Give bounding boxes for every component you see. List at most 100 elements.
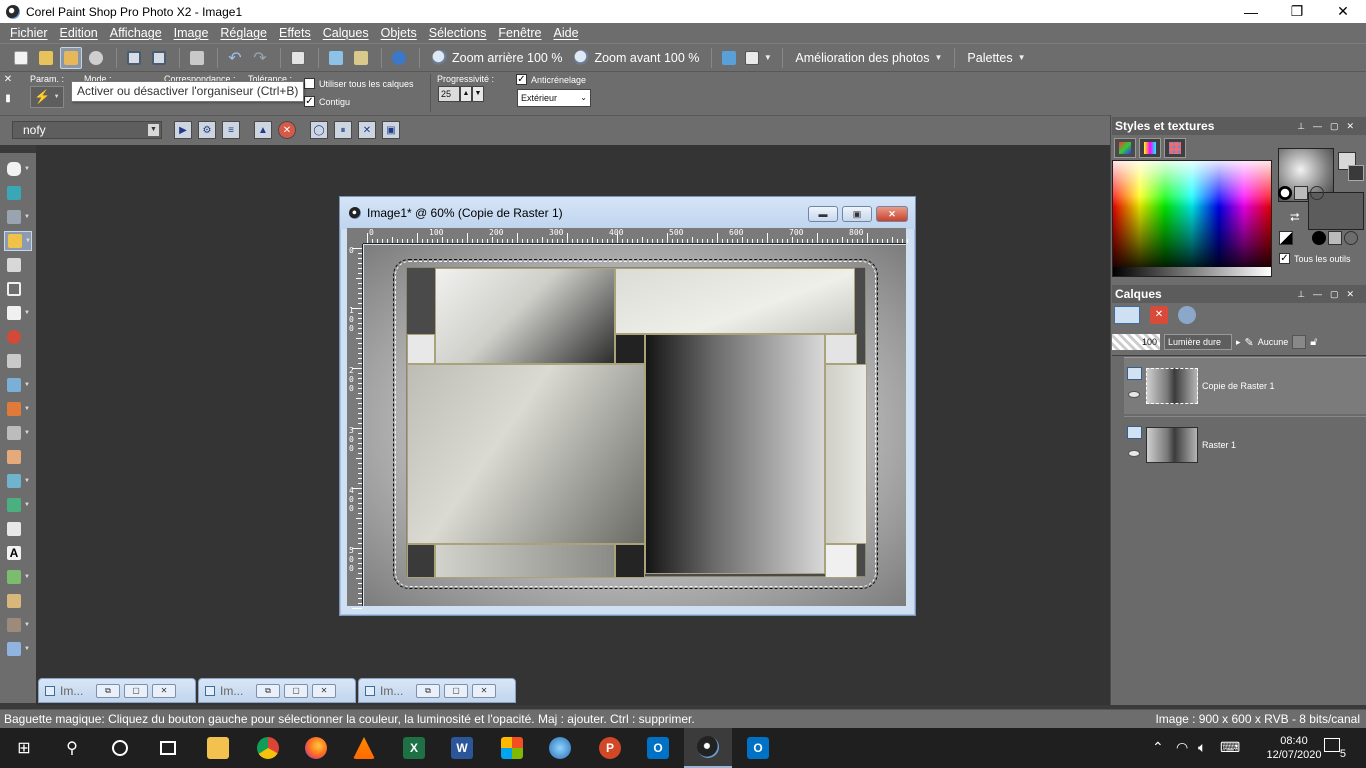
- image-maximize-button[interactable]: ▣: [842, 206, 872, 222]
- menu-fichier[interactable]: Fichier: [4, 23, 54, 43]
- cortana-button[interactable]: [96, 728, 144, 768]
- panel-controls[interactable]: ⊥—▢✕: [1297, 117, 1362, 135]
- stop-script-button[interactable]: ✕: [278, 121, 296, 139]
- taskbar-vlc[interactable]: [340, 728, 388, 768]
- stepper-up-icon[interactable]: ▲: [460, 86, 472, 102]
- magic-wand-tool[interactable]: ▼: [4, 231, 32, 251]
- script-select[interactable]: nofy ▼: [12, 121, 162, 139]
- cancel-recording-button[interactable]: ✕: [358, 121, 376, 139]
- clone-tool[interactable]: ▼: [4, 375, 32, 395]
- warp-brush-tool[interactable]: ▼: [4, 615, 32, 635]
- paint-brush-tool[interactable]: ▼: [4, 423, 32, 443]
- pick-tool[interactable]: [4, 183, 32, 203]
- eraser-tool[interactable]: [4, 519, 32, 539]
- script-interactive-button[interactable]: ⚙: [198, 121, 216, 139]
- deform-tool[interactable]: ▼: [4, 303, 32, 323]
- feather-stepper[interactable]: 25 ▲ ▼: [438, 86, 486, 102]
- layer-row-raster-1[interactable]: Raster 1: [1124, 416, 1366, 473]
- taskbar-outlook-2[interactable]: O: [734, 728, 782, 768]
- history-button[interactable]: [350, 47, 372, 69]
- restore-button[interactable]: ❐: [1274, 0, 1320, 23]
- restore-button[interactable]: ⧉: [96, 683, 120, 698]
- all-tools-checkbox[interactable]: ✓ Tous les outils: [1279, 253, 1351, 264]
- taskbar-chrome[interactable]: [244, 728, 292, 768]
- zoom-out-button[interactable]: Zoom arrière 100 %: [426, 47, 568, 69]
- image-minimize-button[interactable]: ▬: [808, 206, 838, 222]
- red-eye-tool[interactable]: [4, 327, 32, 347]
- image-canvas[interactable]: [364, 245, 906, 606]
- close-button[interactable]: ✕: [472, 683, 496, 698]
- crop-tool[interactable]: [4, 279, 32, 299]
- new-from-clipboard-button[interactable]: [287, 47, 309, 69]
- menu-aide[interactable]: Aide: [548, 23, 585, 43]
- image-close-button[interactable]: ✕: [876, 206, 908, 222]
- lighten-darken-tool[interactable]: ▼: [4, 471, 32, 491]
- texture-icon[interactable]: [1294, 186, 1308, 200]
- save-button[interactable]: [123, 47, 145, 69]
- restore-button[interactable]: ⧉: [256, 683, 280, 698]
- minimize-button[interactable]: —: [1228, 0, 1274, 23]
- airbrush-tool[interactable]: [4, 447, 32, 467]
- enhance-photos-menu[interactable]: Amélioration des photos ▼: [789, 47, 948, 69]
- restore-button[interactable]: ⧉: [416, 683, 440, 698]
- taskbar-outlook-1[interactable]: O: [634, 728, 682, 768]
- organizer-button[interactable]: [60, 46, 82, 69]
- art-media-tool[interactable]: ▼: [4, 639, 32, 659]
- taskbar-excel[interactable]: X: [390, 728, 438, 768]
- save-as-button[interactable]: [148, 47, 170, 69]
- image-window-titlebar[interactable]: Image1* @ 60% (Copie de Raster 1) ▬ ▣ ✕: [340, 197, 915, 229]
- load-script-button[interactable]: ▲: [254, 121, 272, 139]
- view-options-button[interactable]: ▼: [743, 47, 773, 69]
- dropper-tool[interactable]: [4, 255, 32, 275]
- panel-controls[interactable]: ⊥—▢✕: [1297, 285, 1362, 303]
- menu-affichage[interactable]: Affichage: [104, 23, 168, 43]
- new-file-button[interactable]: [10, 47, 32, 69]
- menu-reglage[interactable]: Réglage: [214, 23, 273, 43]
- texture-icon[interactable]: [1328, 231, 1342, 245]
- layer-properties-button[interactable]: [1178, 306, 1196, 324]
- palettes-menu[interactable]: Palettes ▼: [961, 47, 1031, 69]
- styles-panel-header[interactable]: Styles et textures ⊥—▢✕: [1112, 117, 1366, 135]
- taskbar-powerpoint[interactable]: P: [586, 728, 634, 768]
- minimized-window-3[interactable]: Im... ⧉ ▢ ✕: [358, 678, 516, 703]
- start-button[interactable]: ⊞: [0, 728, 48, 768]
- mask-value[interactable]: Aucune: [1258, 337, 1289, 347]
- swap-colors-icon[interactable]: ⮂: [1290, 210, 1300, 225]
- taskbar-file-explorer[interactable]: [194, 728, 242, 768]
- redo-button[interactable]: ↷: [249, 47, 271, 69]
- transparent-icon[interactable]: [1310, 186, 1324, 200]
- search-button[interactable]: ⚲: [48, 728, 96, 768]
- notification-center-button[interactable]: 5: [1322, 736, 1346, 760]
- chevron-right-icon[interactable]: ▸: [1236, 337, 1241, 348]
- color-picker[interactable]: [1112, 160, 1272, 277]
- layer-row-copy-raster-1[interactable]: Copie de Raster 1: [1124, 357, 1366, 414]
- wifi-icon[interactable]: ◠: [1176, 739, 1188, 756]
- menu-calques[interactable]: Calques: [317, 23, 375, 43]
- opacity-field[interactable]: 100: [1112, 334, 1160, 350]
- stepper-down-icon[interactable]: ▼: [472, 86, 484, 102]
- contiguous-checkbox[interactable]: ✓ Contigu: [304, 96, 350, 107]
- new-layer-button[interactable]: [1114, 306, 1140, 324]
- save-script-button[interactable]: ▣: [382, 121, 400, 139]
- pen-tool[interactable]: [4, 591, 32, 611]
- layers-panel-header[interactable]: Calques ⊥—▢✕: [1112, 285, 1366, 303]
- eye-visibility-icon[interactable]: [1128, 450, 1140, 457]
- menu-fenetre[interactable]: Fenêtre: [492, 23, 547, 43]
- gradient-tab[interactable]: [1139, 138, 1161, 158]
- maximize-button[interactable]: ▢: [444, 683, 468, 698]
- feather-value[interactable]: 25: [438, 86, 460, 102]
- pause-script-button[interactable]: ⏸: [334, 121, 352, 139]
- pattern-tab[interactable]: [1164, 138, 1186, 158]
- background-color-box[interactable]: [1348, 165, 1364, 181]
- close-button[interactable]: ✕: [1320, 0, 1366, 23]
- delete-layer-button[interactable]: ✕: [1150, 306, 1168, 324]
- grayscale-row[interactable]: [1113, 267, 1271, 276]
- unlock-icon[interactable]: 🔓︎: [1310, 336, 1317, 349]
- style-icon[interactable]: [1278, 186, 1292, 200]
- makeover-tool[interactable]: [4, 351, 32, 371]
- menu-image[interactable]: Image: [168, 23, 215, 43]
- color-replacer-tool[interactable]: ▼: [4, 399, 32, 419]
- fill-tool[interactable]: ▼: [4, 495, 32, 515]
- eye-visibility-icon[interactable]: [1128, 391, 1140, 398]
- menu-selections[interactable]: Sélections: [423, 23, 493, 43]
